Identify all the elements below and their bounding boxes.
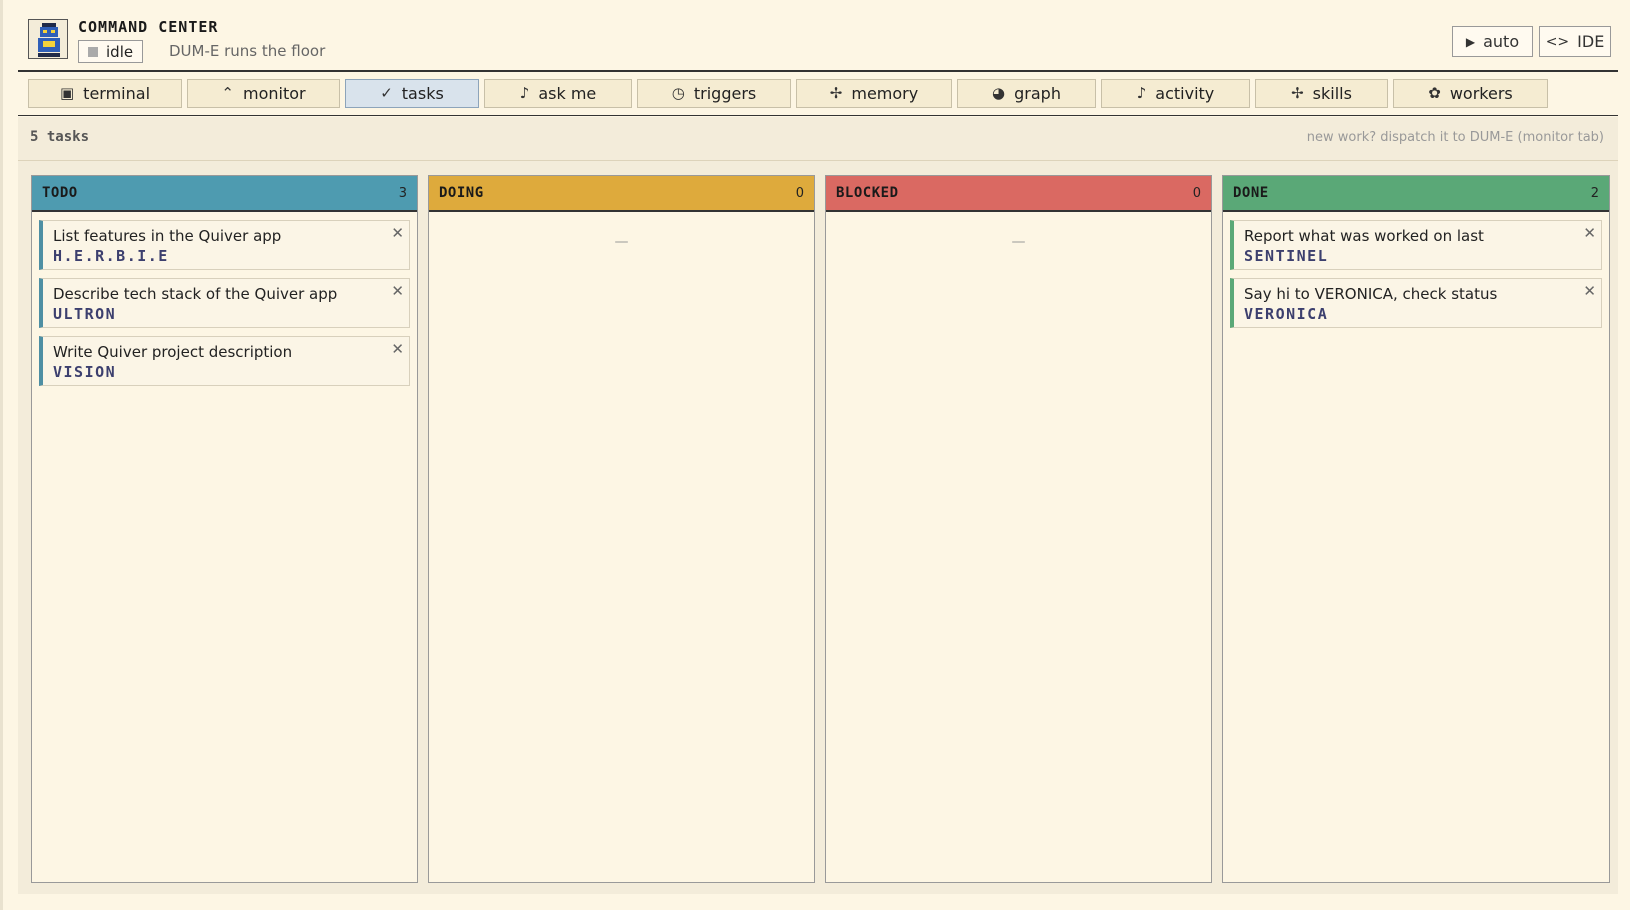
task-card[interactable]: Say hi to VERONICA, check status VERONIC… (1230, 278, 1602, 328)
column-title: TODO (42, 185, 78, 201)
close-icon[interactable]: ✕ (391, 282, 404, 300)
tab-skills[interactable]: ✢ skills (1255, 79, 1388, 108)
window-left-border (0, 0, 3, 910)
sparkle-icon: ✢ (1291, 84, 1304, 102)
status-label: idle (106, 42, 134, 61)
tab-workers[interactable]: ✿ workers (1393, 79, 1548, 108)
tab-monitor[interactable]: ⌃ monitor (187, 79, 340, 108)
column-title: BLOCKED (836, 185, 899, 201)
column-header: DONE 2 (1223, 176, 1609, 212)
ide-button-label: IDE (1577, 32, 1605, 51)
tab-label: terminal (83, 84, 151, 103)
tasks-subheader: 5 tasks new work? dispatch it to DUM-E (… (18, 117, 1618, 161)
tabs-divider (18, 115, 1618, 116)
tab-graph[interactable]: ◕ graph (957, 79, 1096, 108)
task-agent: ULTRON (53, 305, 117, 323)
column-doing: DOING 0 — (428, 175, 815, 883)
robot-logo-icon (28, 19, 68, 59)
task-card[interactable]: List features in the Quiver app H.E.R.B.… (39, 220, 410, 270)
tab-label: ask me (538, 84, 597, 103)
clock-icon: ◷ (671, 84, 685, 102)
column-title: DONE (1233, 185, 1269, 201)
task-title: Describe tech stack of the Quiver app (53, 285, 338, 303)
tab-tasks[interactable]: ✓ tasks (345, 79, 479, 108)
tab-label: skills (1312, 84, 1352, 103)
dispatch-hint: new work? dispatch it to DUM-E (monitor … (1306, 130, 1604, 145)
column-count: 2 (1590, 185, 1599, 201)
column-blocked: BLOCKED 0 — (825, 175, 1212, 883)
column-header: BLOCKED 0 (826, 176, 1211, 212)
column-header: DOING 0 (429, 176, 814, 212)
task-agent: VISION (53, 363, 117, 381)
status-square-icon (88, 46, 98, 57)
tab-label: activity (1155, 84, 1215, 103)
tab-triggers[interactable]: ◷ triggers (637, 79, 791, 108)
status-badge: idle (78, 40, 144, 63)
task-card[interactable]: Describe tech stack of the Quiver app UL… (39, 278, 410, 328)
app-title: COMMAND CENTER (78, 18, 219, 36)
column-title: DOING (439, 185, 484, 201)
task-title: Say hi to VERONICA, check status (1244, 285, 1498, 303)
tab-terminal[interactable]: ▣ terminal (28, 79, 182, 108)
empty-placeholder: — (614, 234, 629, 250)
tab-label: tasks (401, 84, 444, 103)
close-icon[interactable]: ✕ (391, 340, 404, 358)
auto-button[interactable]: ▶ auto (1452, 26, 1533, 57)
tab-activity[interactable]: ♪ activity (1101, 79, 1250, 108)
column-count: 0 (795, 185, 804, 201)
tab-bar: ▣ terminal ⌃ monitor ✓ tasks ♪ ask me ◷ … (28, 79, 1608, 108)
close-icon[interactable]: ✕ (1583, 282, 1596, 300)
task-title: Report what was worked on last (1244, 227, 1484, 245)
task-agent: VERONICA (1244, 305, 1329, 323)
tab-label: graph (1014, 84, 1061, 103)
column-count: 3 (398, 185, 407, 201)
task-agent: SENTINEL (1244, 247, 1329, 265)
task-agent: H.E.R.B.I.E (53, 247, 169, 265)
status-description: DUM-E runs the floor (169, 42, 326, 60)
bell-icon: ♪ (519, 84, 530, 102)
column-todo: TODO 3 List features in the Quiver app H… (31, 175, 418, 883)
tab-label: monitor (242, 84, 306, 103)
bell-icon: ♪ (1136, 84, 1147, 102)
task-card[interactable]: Report what was worked on last SENTINEL … (1230, 220, 1602, 270)
column-count: 0 (1192, 185, 1201, 201)
task-card[interactable]: Write Quiver project description VISION … (39, 336, 410, 386)
check-icon: ✓ (380, 84, 393, 102)
monitor-icon: ⌃ (221, 84, 234, 102)
tab-memory[interactable]: ✢ memory (796, 79, 952, 108)
tab-label: memory (851, 84, 919, 103)
graph-icon: ◕ (992, 84, 1006, 102)
terminal-icon: ▣ (59, 84, 75, 102)
task-count: 5 tasks (30, 129, 90, 145)
ide-button[interactable]: <> IDE (1539, 26, 1611, 57)
gear-icon: ✿ (1428, 84, 1441, 102)
task-title: Write Quiver project description (53, 343, 293, 361)
close-icon[interactable]: ✕ (391, 224, 404, 242)
column-header: TODO 3 (32, 176, 417, 212)
code-icon: <> (1545, 33, 1570, 50)
close-icon[interactable]: ✕ (1583, 224, 1596, 242)
auto-button-label: auto (1483, 32, 1520, 51)
task-title: List features in the Quiver app (53, 227, 282, 245)
sparkle-icon: ✢ (829, 84, 843, 102)
column-done: DONE 2 Report what was worked on last SE… (1222, 175, 1610, 883)
app-header: COMMAND CENTER idle DUM-E runs the floor… (18, 0, 1618, 72)
tab-ask-me[interactable]: ♪ ask me (484, 79, 632, 108)
empty-placeholder: — (1011, 234, 1026, 250)
play-icon: ▶ (1465, 34, 1476, 49)
tab-label: triggers (693, 84, 757, 103)
tab-label: workers (1449, 84, 1513, 103)
